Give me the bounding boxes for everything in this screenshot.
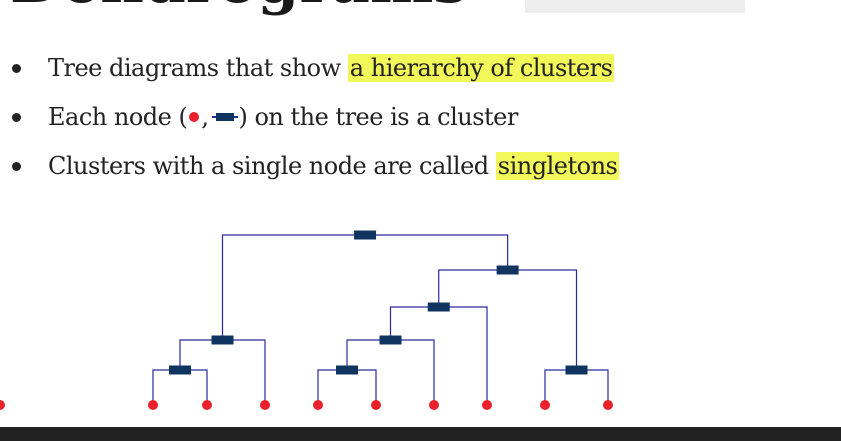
dendrogram-diagram: [0, 230, 613, 410]
leaf-node-icon: [371, 400, 381, 410]
leaf-node-icon: [313, 400, 323, 410]
cluster-node-icon: [379, 335, 402, 345]
cluster-node-icon: [211, 335, 234, 345]
dendrogram-edge: [179, 339, 266, 405]
cluster-node-icon: [169, 365, 191, 375]
dendrogram-edge: [389, 306, 488, 405]
dendrogram-edge: [346, 339, 435, 405]
dendrogram-edge: [544, 369, 609, 405]
dendrogram-edge: [152, 369, 208, 405]
leaf-node-icon: [482, 400, 492, 410]
cluster-node-icon: [565, 365, 588, 375]
leaf-node-icon: [0, 400, 5, 410]
dendrogram-edge: [221, 234, 509, 340]
cluster-node-icon: [496, 265, 519, 275]
leaf-node-icon: [429, 400, 439, 410]
cluster-node-icon: [427, 302, 450, 312]
leaf-node-icon: [540, 400, 550, 410]
video-control-bar[interactable]: [0, 427, 841, 441]
leaf-node-icon: [260, 400, 270, 410]
dendrogram-edge: [317, 369, 377, 405]
leaf-node-icon: [603, 400, 613, 410]
cluster-node-icon: [354, 230, 377, 240]
dendrogram-edge: [438, 269, 578, 370]
cluster-node-icon: [336, 365, 358, 375]
leaf-node-icon: [148, 400, 158, 410]
slide: Dendrograms Tree diagrams that show a hi…: [0, 0, 841, 441]
leaf-node-icon: [202, 400, 212, 410]
